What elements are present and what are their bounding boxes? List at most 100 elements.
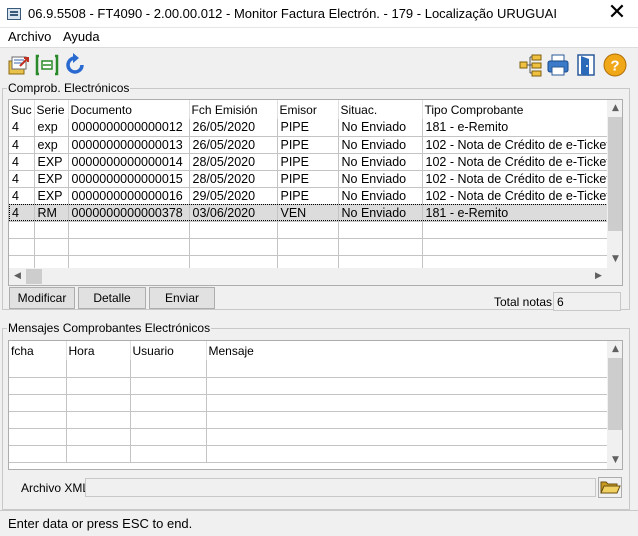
cell-emisor: PIPE [277,136,339,154]
cell-situac: No Enviado [338,153,423,171]
comprobantes-hscroll[interactable]: ◀ ▶ [9,268,607,285]
cell-tipo-comprobante: 102 - Nota de Crédito de e-Ticket [422,136,609,154]
scroll-up-arrow-icon[interactable]: ▲ [607,100,622,117]
cell-documento: 0000000000000012 [68,119,190,137]
mensajes-group-title: Mensajes Comprobantes Electrónicos [7,321,212,335]
refresh-icon[interactable] [62,52,88,78]
table-row[interactable]: 4 exp 0000000000000012 26/05/2020 PIPE N… [9,119,609,137]
cell-documento: 0000000000000013 [68,136,190,154]
cell-fch-emision: 29/05/2020 [189,187,278,205]
window-title: 06.9.5508 - FT4090 - 2.00.00.012 - Monit… [28,6,557,21]
select-fields-icon[interactable] [34,52,60,78]
cell-serie: RM [34,204,69,222]
cell-suc: 4 [9,170,35,188]
empty-row[interactable] [9,238,609,256]
cell-tipo-comprobante: 181 - e-Remito [422,119,609,137]
cell-serie: exp [34,119,69,137]
col-header-documento[interactable]: Documento [68,100,190,119]
cell-tipo-comprobante: 102 - Nota de Crédito de e-Ticket [422,170,609,188]
comprobantes-group-title: Comprob. Electrónicos [7,81,131,95]
print-icon[interactable] [545,52,571,78]
cell-documento: 0000000000000378 [68,204,190,222]
comprobantes-grid[interactable]: Suc Serie Documento Fch Emisión Emisor S… [8,99,623,286]
cell-suc: 4 [9,153,35,171]
export-icon[interactable] [6,52,32,78]
menu-ayuda[interactable]: Ayuda [63,29,100,44]
cell-emisor: PIPE [277,153,339,171]
close-window-button[interactable]: ✕ [596,0,638,28]
hscroll-thumb[interactable] [26,269,42,284]
cell-suc: 4 [9,204,35,222]
app-icon [7,8,21,20]
empty-row[interactable] [9,445,608,463]
modificar-button[interactable]: Modificar [9,287,75,309]
cell-tipo-comprobante: 102 - Nota de Crédito de e-Ticket [422,153,609,171]
tree-icon[interactable] [517,52,543,78]
menu-archivo[interactable]: Archivo [8,29,51,44]
cell-emisor: PIPE [277,119,339,137]
help-icon[interactable]: ? [602,52,628,78]
table-row[interactable]: 4 EXP 0000000000000015 28/05/2020 PIPE N… [9,170,609,188]
cell-situac: No Enviado [338,187,423,205]
empty-row[interactable] [9,221,609,239]
scroll-down-arrow-icon[interactable]: ▼ [607,452,622,469]
cell-tipo-comprobante: 102 - Nota de Crédito de e-Ticket [422,187,609,205]
enviar-button[interactable]: Enviar [149,287,215,309]
cell-situac: No Enviado [338,136,423,154]
scroll-corner [607,268,622,285]
col-header-serie[interactable]: Serie [34,100,69,119]
mensajes-vscroll[interactable]: ▲ ▼ [607,341,622,469]
cell-emisor: PIPE [277,170,339,188]
cell-serie: EXP [34,187,69,205]
status-bar: Enter data or press ESC to end. [0,510,638,536]
col-header-tipo-comprobante[interactable]: Tipo Comprobante [422,100,609,119]
cell-fch-emision: 26/05/2020 [189,136,278,154]
col-header-suc[interactable]: Suc [9,100,35,119]
detalle-button[interactable]: Detalle [78,287,146,309]
cell-situac: No Enviado [338,170,423,188]
exit-door-icon[interactable] [573,52,599,78]
cell-situac: No Enviado [338,119,423,137]
empty-row[interactable] [9,428,608,446]
scroll-left-arrow-icon[interactable]: ◀ [9,268,26,285]
vscroll-thumb[interactable] [608,117,622,231]
cell-documento: 0000000000000016 [68,187,190,205]
table-row-selected[interactable]: 4 RM 0000000000000378 03/06/2020 VEN No … [9,204,609,222]
scroll-up-arrow-icon[interactable]: ▲ [607,341,622,358]
col-header-fcha[interactable]: fcha [9,341,67,360]
cell-emisor: PIPE [277,187,339,205]
open-folder-icon[interactable] [598,477,622,498]
col-header-hora[interactable]: Hora [66,341,131,360]
main-panel: Comprob. Electrónicos Suc Serie Document… [0,81,638,510]
comprobantes-vscroll[interactable]: ▲ ▼ [607,100,622,268]
vscroll-thumb[interactable] [608,358,622,430]
scroll-down-arrow-icon[interactable]: ▼ [607,251,622,268]
empty-row[interactable] [9,394,608,412]
col-header-emisor[interactable]: Emisor [277,100,339,119]
col-header-situac[interactable]: Situac. [338,100,423,119]
cell-fch-emision: 28/05/2020 [189,153,278,171]
cell-documento: 0000000000000014 [68,153,190,171]
col-header-fch-emision[interactable]: Fch Emisión [189,100,278,119]
mensajes-grid[interactable]: fcha Hora Usuario Mensaje ▲ ▼ [8,340,623,470]
cell-suc: 4 [9,119,35,137]
empty-row[interactable] [9,360,608,378]
table-row[interactable]: 4 exp 0000000000000013 26/05/2020 PIPE N… [9,136,609,154]
archivo-xml-field[interactable] [85,478,596,497]
status-text: Enter data or press ESC to end. [8,516,193,531]
title-bar: 06.9.5508 - FT4090 - 2.00.00.012 - Monit… [0,0,638,28]
cell-documento: 0000000000000015 [68,170,190,188]
col-header-mensaje[interactable]: Mensaje [206,341,608,360]
cell-emisor: VEN [277,204,339,222]
cell-serie: EXP [34,153,69,171]
mensajes-header-row: fcha Hora Usuario Mensaje [9,341,608,360]
menu-bar: Archivo Ayuda [0,28,638,47]
empty-row[interactable] [9,411,608,429]
toolbar: ? [0,47,638,81]
empty-row[interactable] [9,377,608,395]
col-header-usuario[interactable]: Usuario [130,341,207,360]
cell-fch-emision: 26/05/2020 [189,119,278,137]
scroll-right-arrow-icon[interactable]: ▶ [590,268,607,285]
table-row[interactable]: 4 EXP 0000000000000016 29/05/2020 PIPE N… [9,187,609,205]
table-row[interactable]: 4 EXP 0000000000000014 28/05/2020 PIPE N… [9,153,609,171]
